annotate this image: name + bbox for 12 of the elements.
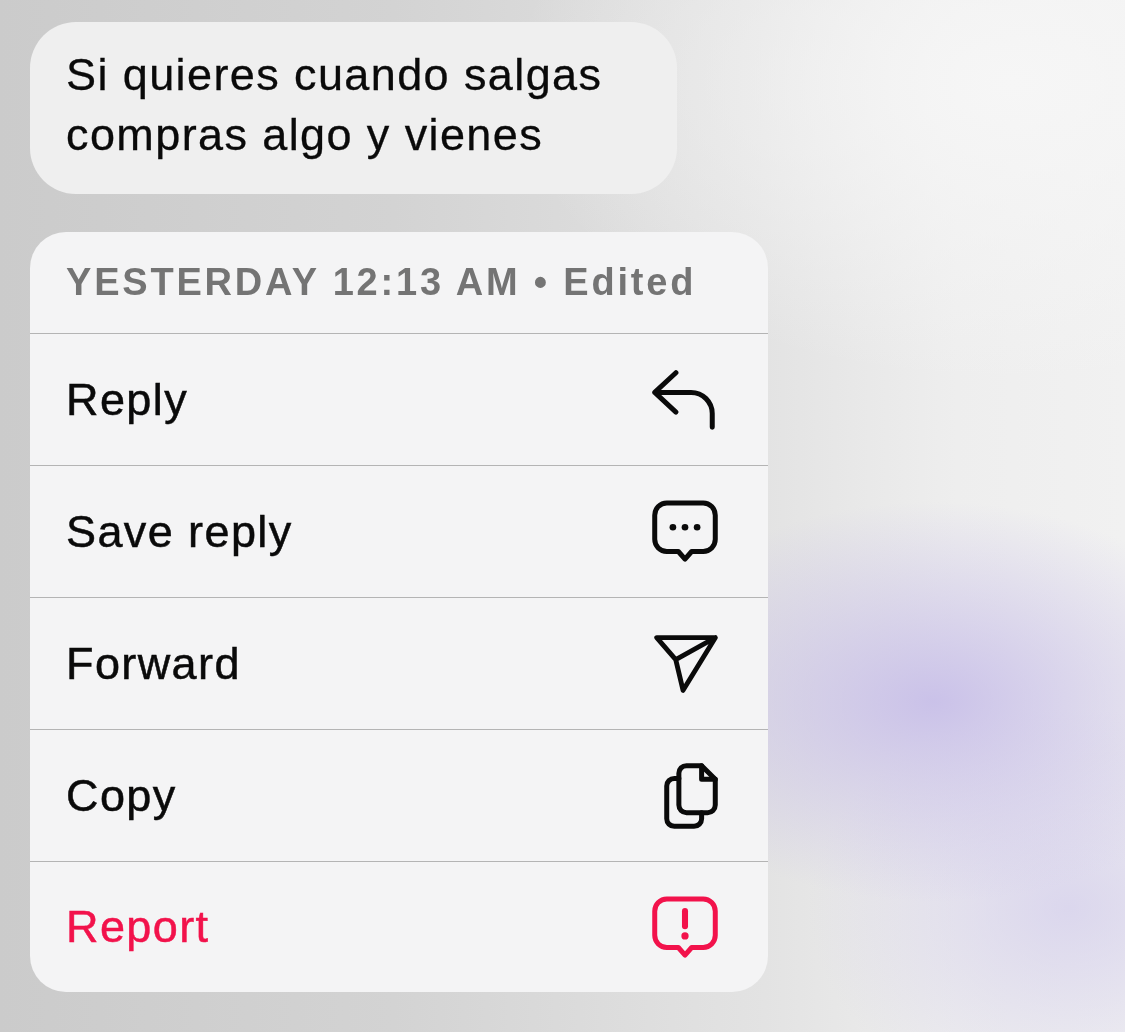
menu-item[interactable]: Copy (30, 730, 768, 862)
chat-bubble-dots-icon (652, 500, 718, 563)
alert-bubble-icon (652, 895, 718, 959)
menu-item[interactable]: Forward (30, 598, 768, 730)
message-timestamp: YESTERDAY 12:13 AM • Edited (66, 261, 697, 304)
menu-item[interactable]: Report (30, 862, 768, 992)
menu-item[interactable]: Save reply (30, 466, 768, 598)
copy-icon (664, 762, 718, 829)
message-bubble: Si quieres cuando salgas compras algo y vienes (30, 22, 677, 194)
paper-plane-icon (654, 634, 718, 693)
reply-arrow-icon (652, 369, 718, 430)
menu-item[interactable]: Reply (30, 334, 768, 466)
